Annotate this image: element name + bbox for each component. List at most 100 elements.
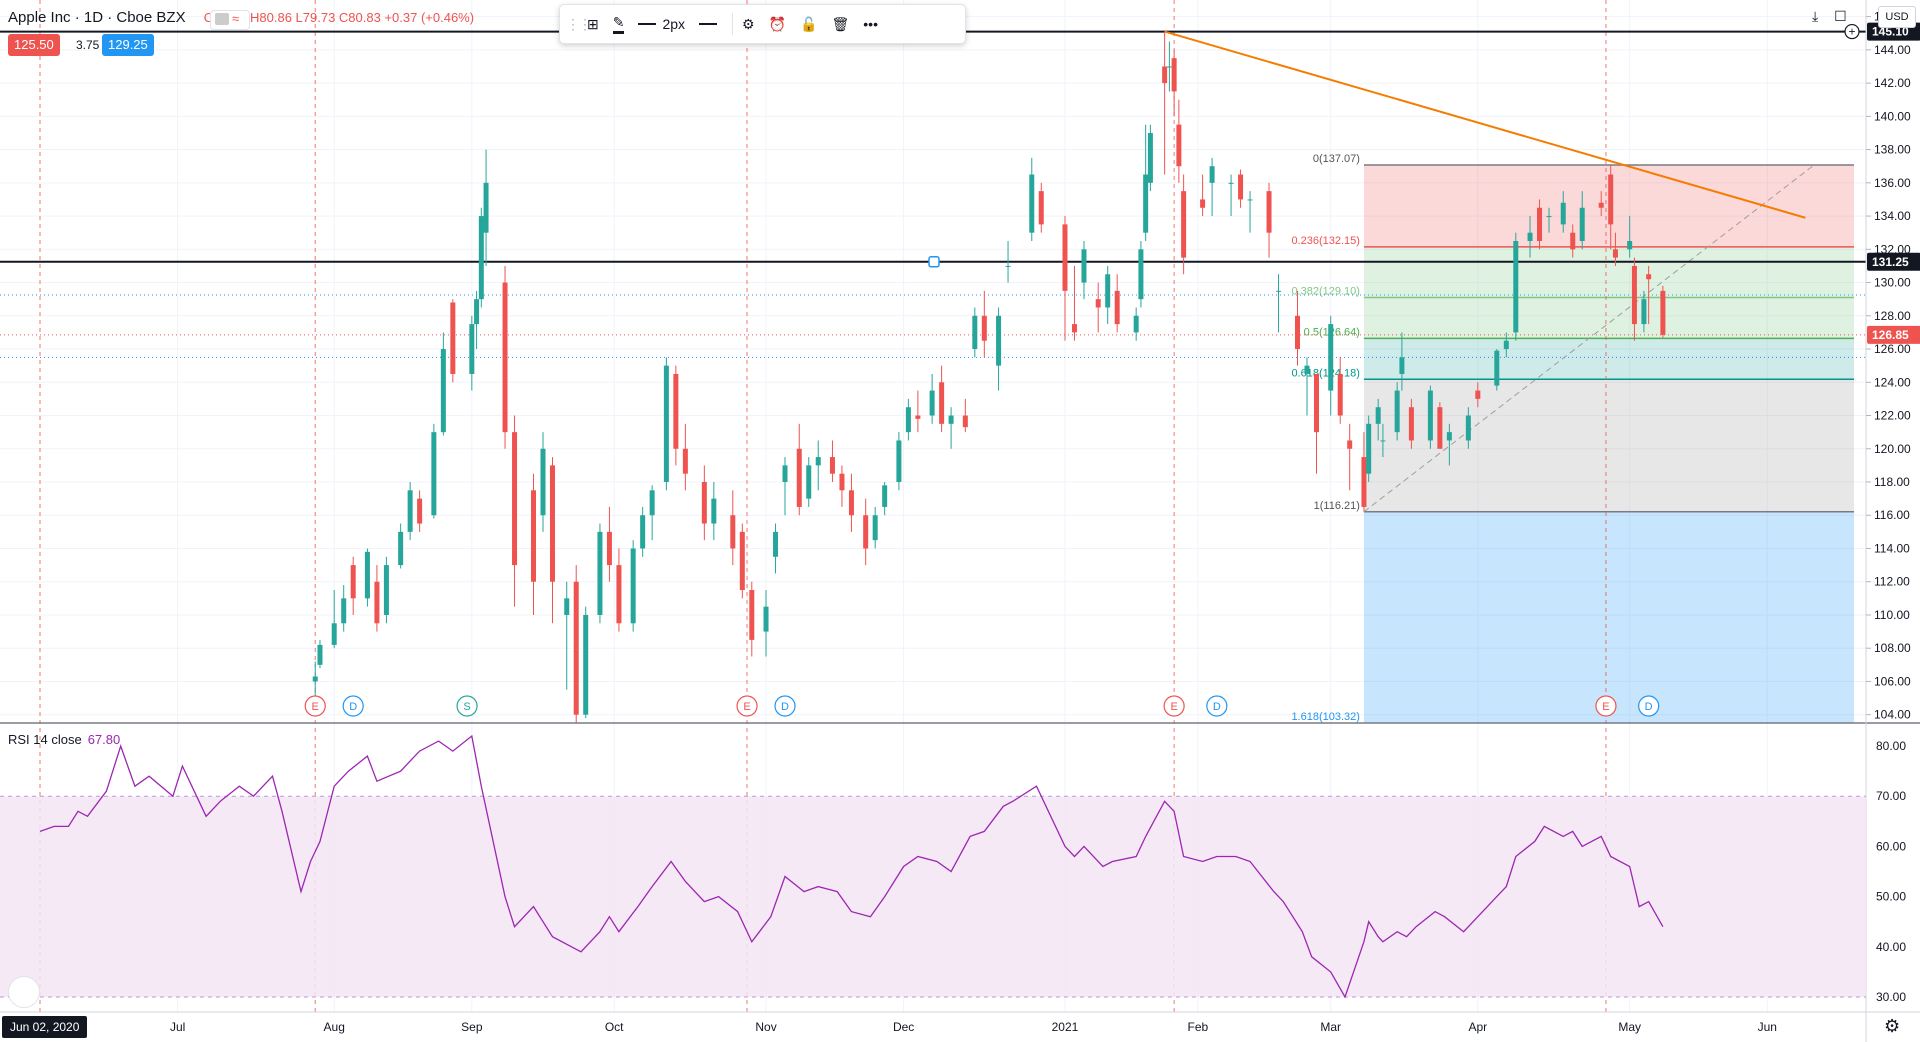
fib-level-label: 0.236(132.15) [1291,235,1360,247]
candle-body [882,485,888,507]
event-badge-label: E [1170,701,1177,713]
fib-level-label: 0.618(124.18) [1291,367,1360,379]
price-axis-label: 128.00 [1874,309,1911,323]
candle [317,639,323,669]
trash-icon: 🗑 [831,15,850,32]
candle-body [682,448,688,474]
candle-body [1176,124,1182,167]
candle [1071,265,1077,341]
candle-body [1361,457,1367,507]
candle [1176,99,1182,183]
candle-body [806,465,812,499]
candle-body [564,598,570,615]
candle [682,423,688,491]
candle-body [1209,166,1215,183]
price-axis-label: 122.00 [1874,409,1911,423]
price-axis-label: 142.00 [1874,76,1911,90]
candle-body [1375,407,1381,424]
candle-body [1394,390,1400,433]
symbol-title[interactable]: Apple Inc · 1D · Cboe BZX [8,9,186,26]
candle-body [663,365,669,482]
line-color-button[interactable]: ✎ [606,8,632,40]
candle-body [739,531,745,591]
candle-body [730,515,736,549]
lock-button[interactable]: 🔓 [793,8,824,40]
candle-body [341,598,347,624]
price-axis-label: 112.00 [1874,575,1910,589]
collapse-pane-button[interactable]: ⤓ [1812,8,1818,24]
settings-button[interactable]: ⚙ [735,8,762,40]
candle-body [1399,357,1405,374]
candle-body [749,590,755,640]
alert-button[interactable]: ⏰ [762,8,793,40]
fib-level-label: 1.618(103.32) [1291,711,1360,723]
grip-icon[interactable]: ⋮⋮ [566,16,592,33]
candle [1247,191,1253,233]
candle-body [431,432,437,516]
candle-body [1598,202,1604,208]
line-style-button[interactable] [692,8,730,40]
candle [796,423,802,516]
maximize-pane-button[interactable]: ☐ [1834,8,1847,24]
candle [531,473,537,615]
candle-body [1295,315,1301,350]
event-badge-label: D [781,701,789,713]
more-icon: ••• [863,16,878,32]
ask-price-badge[interactable]: 129.25 [102,34,154,56]
candle-body [1660,290,1666,335]
candle-body [948,415,954,424]
candle [350,556,356,615]
candle [730,490,736,566]
candle-body [583,614,589,715]
candle [1394,382,1400,441]
bid-price-badge[interactable]: 125.50 [8,34,60,56]
candle [663,357,669,491]
candle-body [1537,207,1543,241]
more-button[interactable]: ••• [856,8,885,40]
time-axis-label: Feb [1188,1020,1209,1034]
candle [1138,241,1144,308]
candle-body [398,531,404,566]
chart-canvas[interactable]: Jul Aug Sep Oct Nov Dec 2021 Feb Mar Apr May Jun 0(1… [0,0,1920,1042]
candle-body [407,490,413,532]
candle [502,265,508,449]
settings-icon: ⚙ [742,15,755,32]
candle [549,457,555,624]
candle [1494,349,1500,391]
templates-icon: ⊞ [587,15,599,32]
candle-body [1276,290,1282,292]
price-axis-label: 104.00 [1874,708,1911,722]
candle-body [383,565,389,615]
delete-button[interactable]: 🗑 [824,8,856,40]
candle [701,465,707,541]
candle-body [1347,440,1353,449]
candle-body [1631,265,1637,325]
candle-body [782,465,788,482]
candle-body [1062,224,1068,291]
toolbar-divider [732,13,734,35]
candle [896,432,902,491]
candle-body [929,390,935,416]
scroll-to-start-button[interactable] [8,976,40,1008]
candle [417,490,423,532]
candle-body [606,531,612,566]
price-axis-label: 114.00 [1874,541,1910,555]
candle-body [1641,299,1647,325]
candle [972,307,978,358]
candle-body [905,407,911,433]
time-axis-label: Jun [1758,1020,1777,1034]
templates-button[interactable]: ⊞ [580,8,606,40]
axis-settings-icon[interactable]: ⚙ [1884,1016,1900,1037]
candle [1147,124,1153,192]
rsi-axis-label: 70.00 [1876,789,1906,803]
candle-body [1446,432,1452,441]
candle-body [701,482,707,524]
candle-body [1527,232,1533,241]
price-axis-label: 136.00 [1874,176,1911,190]
line-width-button[interactable]: 2px [631,8,692,40]
candle [1162,31,1168,175]
candle-body [1162,66,1168,84]
currency-label[interactable]: USD [1878,6,1916,28]
rsi-legend[interactable]: RSI 14 close 67.80 [8,732,120,747]
candle [1513,232,1519,341]
